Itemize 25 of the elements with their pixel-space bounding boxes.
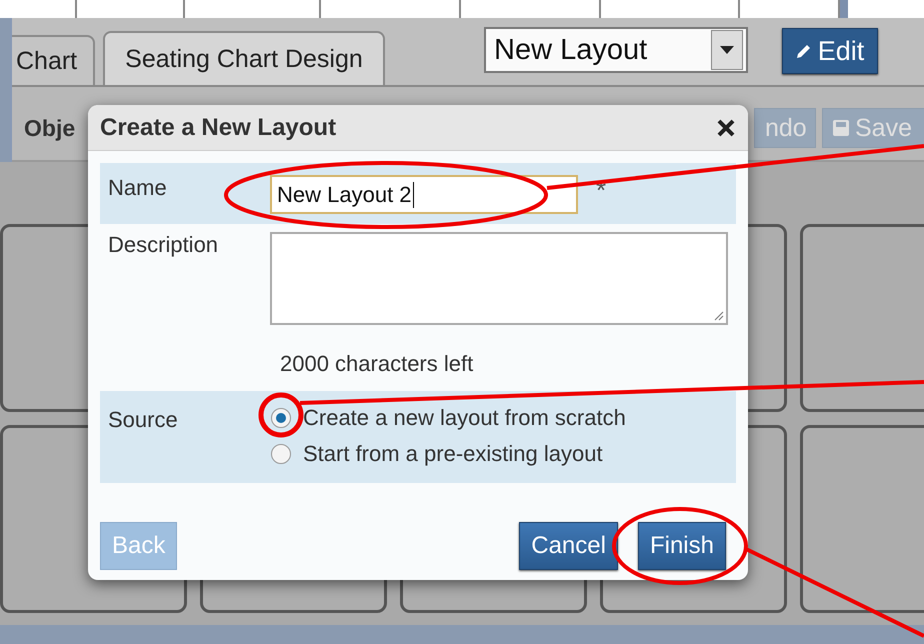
dialog-title: Create a New Layout [100, 114, 338, 142]
radio-button[interactable] [270, 407, 292, 429]
name-field[interactable]: New Layout 2 [270, 175, 578, 214]
save-icon [833, 120, 849, 136]
field-label: Source [108, 406, 179, 434]
character-counter: 2000 characters left [279, 350, 474, 378]
caret-icon [711, 30, 743, 70]
annotation-circle [258, 392, 304, 438]
field-label: Description [108, 232, 220, 259]
radio-option[interactable]: Start from a pre-existing layout [270, 441, 626, 467]
tab[interactable]: Chart [12, 35, 96, 85]
toolbar-label: Obje [24, 115, 76, 142]
close-icon[interactable] [716, 118, 736, 138]
radio-option[interactable]: Create a new layout from scratch [270, 405, 626, 431]
field-label: Name [108, 175, 168, 202]
layout-dropdown[interactable]: New Layout [484, 27, 748, 73]
pencil-icon [796, 43, 812, 59]
tab[interactable]: Seating Chart Design [103, 31, 385, 85]
dialog-button[interactable]: Cancel [519, 522, 618, 570]
edit-button[interactable]: Edit [782, 28, 878, 74]
description-field[interactable] [270, 232, 728, 325]
dialog-button[interactable]: Finish [638, 522, 726, 570]
column-edge [840, 0, 848, 18]
resize-grip-icon[interactable] [714, 311, 724, 321]
radio-button[interactable] [270, 443, 292, 465]
